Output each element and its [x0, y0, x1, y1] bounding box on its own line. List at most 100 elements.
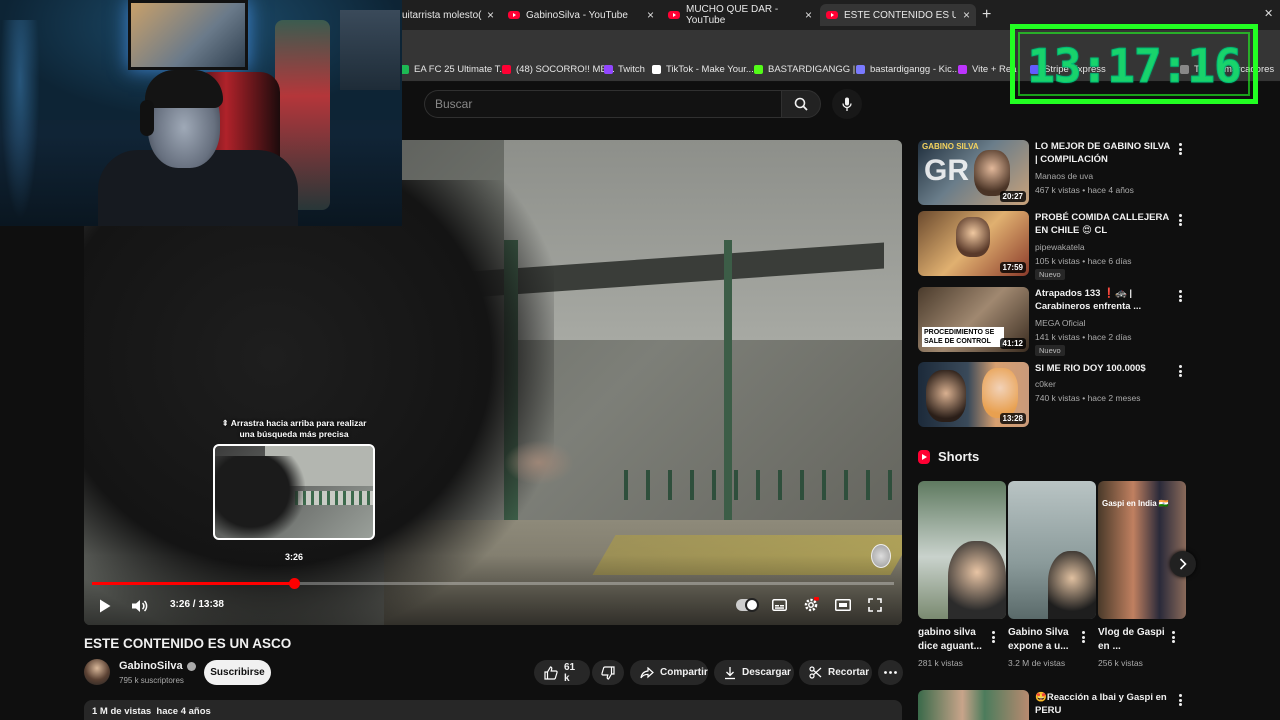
bookmark-item[interactable]: EA FC 25 Ultimate T...	[400, 64, 507, 75]
browser-tab[interactable]: uitarrista molesto(Co ×	[396, 4, 500, 26]
channel-name[interactable]: MEGA Oficial	[1035, 317, 1086, 329]
channel-name[interactable]: Manaos de uva	[1035, 170, 1093, 182]
video-thumbnail[interactable]: PROCEDIMIENTO SE SALE DE CONTROL 41:12	[918, 287, 1029, 352]
video-duration: 13:28	[999, 413, 1026, 424]
channel-avatar[interactable]	[84, 659, 110, 685]
scissors-icon	[809, 666, 822, 679]
channel-name[interactable]: c0ker	[1035, 378, 1056, 390]
recommended-video[interactable]: 13:28 SI ME RIO DOY 100.000$ c0ker 740 k…	[918, 362, 1190, 428]
channel-name[interactable]: pipewakatela	[1035, 241, 1085, 253]
tab-title: ESTE CONTENIDO ES UN ASCO	[844, 9, 956, 21]
short-title[interactable]: Vlog de Gaspi en ...	[1098, 626, 1172, 654]
tab-title: MUCHO QUE DAR - YouTube	[686, 4, 779, 26]
browser-tab-active[interactable]: ESTE CONTENIDO ES UN ASCO ×	[820, 4, 976, 26]
settings-button[interactable]	[802, 596, 820, 614]
preview-fence	[295, 491, 373, 505]
more-options-icon[interactable]	[1175, 364, 1185, 378]
video-thumbnail[interactable]	[918, 690, 1029, 720]
download-icon	[725, 666, 735, 679]
bookmark-favicon-icon	[856, 65, 865, 74]
video-title-link[interactable]: 🤩Reacción a Ibai y Gaspi en PERU	[1035, 691, 1175, 717]
more-options-icon[interactable]	[1078, 630, 1088, 644]
dislike-button[interactable]	[592, 660, 624, 685]
short-title[interactable]: Gabino Silva expone a u...	[1008, 626, 1082, 654]
tab-close-icon[interactable]: ×	[647, 8, 654, 22]
seek-preview-thumbnail	[213, 444, 375, 540]
video-thumbnail[interactable]: GABINO SILVA GR 20:27	[918, 140, 1029, 205]
webcam-light	[0, 20, 40, 220]
progress-played	[92, 582, 295, 585]
video-meta: 467 k vistas • hace 4 años	[1035, 185, 1134, 195]
description-box[interactable]: 1 M de vistas hace 4 años	[84, 700, 902, 720]
play-icon	[100, 599, 111, 613]
voice-search-button[interactable]	[832, 89, 862, 119]
more-options-icon[interactable]	[1175, 213, 1185, 227]
short-thumbnail[interactable]	[918, 481, 1006, 619]
progress-bar[interactable]	[92, 578, 894, 589]
theater-mode-button[interactable]	[834, 597, 852, 613]
bookmark-favicon-icon	[754, 65, 763, 74]
shorts-next-button[interactable]	[1170, 551, 1196, 577]
bookmark-item[interactable]: Vite + Rea	[958, 64, 1016, 75]
clock-time: 13:17:16	[1027, 39, 1243, 94]
recommended-video[interactable]: 17:59 PROBÉ COMIDA CALLEJERA EN CHILE 😍 …	[918, 211, 1190, 280]
window-close-icon[interactable]: ✕	[1264, 7, 1273, 20]
video-thumbnail[interactable]: 17:59	[918, 211, 1029, 276]
bookmark-label: EA FC 25 Ultimate T...	[414, 64, 508, 75]
browser-tab[interactable]: GabinoSilva - YouTube ×	[502, 4, 660, 26]
gear-icon	[804, 597, 819, 612]
bookmark-item[interactable]: bastardigangg - Kic...	[856, 64, 960, 75]
tab-close-icon[interactable]: ×	[487, 8, 494, 22]
tab-close-icon[interactable]: ×	[805, 8, 812, 22]
channel-watermark[interactable]	[871, 544, 891, 568]
chevron-right-icon	[1179, 558, 1187, 570]
video-thumbnail[interactable]: 13:28	[918, 362, 1029, 427]
share-button[interactable]: Compartir	[630, 660, 708, 685]
bookmark-favicon-icon	[958, 65, 967, 74]
time-display: 3:26 / 13:38	[170, 599, 224, 610]
more-options-icon[interactable]	[1175, 289, 1185, 303]
channel-name-link[interactable]: GabinoSilva	[119, 660, 196, 672]
fullscreen-button[interactable]	[866, 596, 884, 614]
new-tab-button[interactable]: +	[982, 6, 991, 24]
bookmark-item[interactable]: TikTok - Make Your...	[652, 64, 754, 75]
browser-tab[interactable]: MUCHO QUE DAR - YouTube ×	[662, 4, 818, 26]
search-button[interactable]	[781, 90, 821, 118]
bookmark-label: bastardigangg - Kic...	[870, 64, 960, 75]
recommended-video[interactable]: PROCEDIMIENTO SE SALE DE CONTROL 41:12 A…	[918, 287, 1190, 356]
more-options-icon[interactable]	[1168, 630, 1178, 644]
more-actions-button[interactable]	[878, 660, 903, 685]
more-options-icon[interactable]	[1175, 142, 1185, 156]
subtitles-icon	[771, 599, 787, 611]
video-title-link[interactable]: SI ME RIO DOY 100.000$	[1035, 362, 1175, 375]
screen: uitarrista molesto(Co × GabinoSilva - Yo…	[0, 0, 1280, 720]
video-duration: 17:59	[999, 262, 1026, 273]
microphone-icon	[842, 97, 852, 111]
bookmark-item[interactable]: (48) SOCORRO!! ME...	[502, 64, 615, 75]
subtitles-button[interactable]	[770, 597, 788, 613]
video-title-link[interactable]: PROBÉ COMIDA CALLEJERA EN CHILE 😍 CL	[1035, 211, 1175, 237]
tab-title: GabinoSilva - YouTube	[526, 9, 628, 21]
more-options-icon[interactable]	[988, 630, 998, 644]
search-input[interactable]: Buscar	[424, 90, 781, 118]
more-options-icon[interactable]	[1175, 693, 1185, 707]
play-button[interactable]	[96, 597, 114, 615]
like-button[interactable]: 61 k	[534, 660, 590, 685]
bookmark-item[interactable]: Twitch	[604, 64, 645, 75]
video-title-link[interactable]: LO MEJOR DE GABINO SILVA | COMPILACIÓN	[1035, 140, 1175, 166]
short-title[interactable]: gabino silva dice aguant...	[918, 626, 992, 654]
bookmark-item[interactable]: BASTARDIGANGG |...	[754, 64, 863, 75]
player-controls-gradient	[84, 555, 902, 625]
tab-close-icon[interactable]: ×	[963, 8, 970, 22]
video-title-link[interactable]: Atrapados 133 ❗🚓 | Carabineros enfrenta …	[1035, 287, 1175, 313]
short-thumbnail[interactable]	[1008, 481, 1096, 619]
youtube-favicon-icon	[508, 11, 520, 19]
recommended-video[interactable]: GABINO SILVA GR 20:27 LO MEJOR DE GABINO…	[918, 140, 1190, 206]
download-button[interactable]: Descargar	[714, 660, 794, 685]
short-thumbnail[interactable]: Gaspi en India 🇮🇳	[1098, 481, 1186, 619]
webcam-monitor	[128, 0, 248, 70]
clip-button[interactable]: Recortar	[799, 660, 872, 685]
volume-button[interactable]	[130, 597, 150, 615]
autoplay-toggle[interactable]	[736, 598, 759, 612]
subscribe-button[interactable]: Suscribirse	[204, 660, 271, 685]
